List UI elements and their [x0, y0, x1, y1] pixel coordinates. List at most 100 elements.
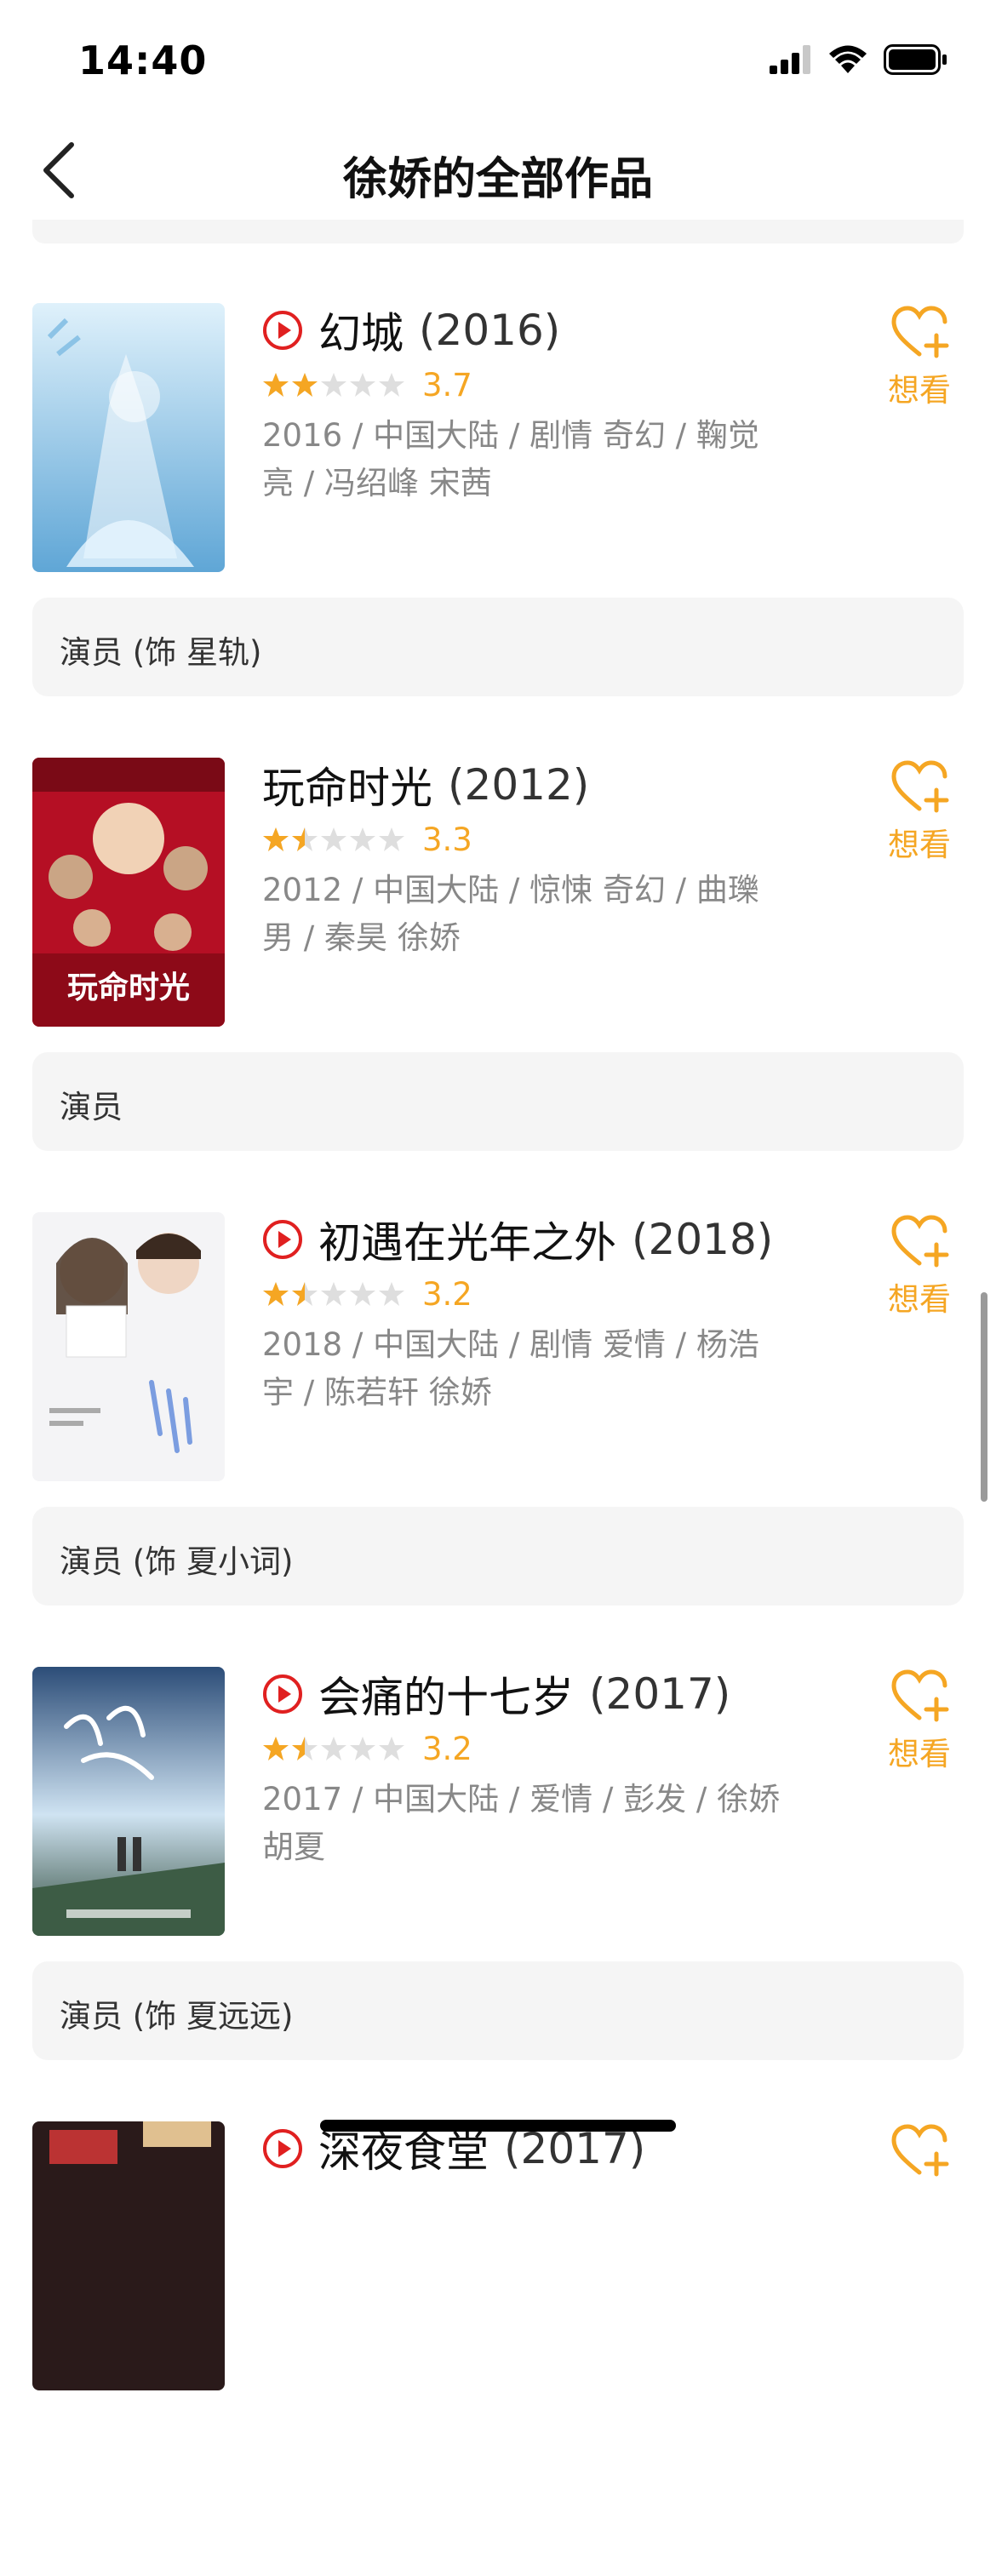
film-title-row[interactable]: 玩命时光 (2012) — [262, 758, 590, 813]
film-year: (2016) — [419, 306, 561, 355]
film-title-row[interactable]: 会痛的十七岁 (2017) — [262, 1667, 731, 1722]
play-circle-icon[interactable] — [262, 1219, 303, 1260]
poster-image — [32, 1667, 225, 1936]
heart-plus-icon — [891, 2124, 949, 2177]
nav-bar: 徐娇的全部作品 — [0, 119, 996, 220]
film-poster[interactable] — [32, 1667, 225, 1936]
star-icon — [292, 373, 318, 397]
role-text: 演员 (饰 夏小词) — [60, 1543, 294, 1580]
role-box: 演员 — [32, 1052, 964, 1151]
scroll-indicator[interactable] — [981, 1292, 987, 1502]
star-icon — [350, 1737, 375, 1760]
film-meta: 2018 / 中国大陆 / 剧情 爱情 / 杨浩宇 / 陈若轩 徐娇 — [262, 1326, 759, 1411]
role-text: 演员 (饰 星轨) — [60, 634, 262, 671]
heart-plus-icon — [891, 1669, 949, 1722]
poster-image — [32, 1212, 225, 1481]
film-year: (2017) — [589, 1669, 731, 1719]
star-icon — [292, 1737, 318, 1760]
role-text: 演员 — [60, 1089, 123, 1125]
rating-stars — [262, 1735, 405, 1762]
want-label: 想看 — [888, 372, 951, 409]
poster-image: 玩命时光 — [32, 758, 225, 1027]
star-icon — [263, 827, 289, 851]
film-title[interactable]: 会痛的十七岁 — [318, 1663, 574, 1725]
rating-score: 3.7 — [422, 366, 472, 404]
film-title-row[interactable]: 幻城 (2016) — [262, 303, 560, 358]
star-icon — [350, 827, 375, 851]
poster-image — [32, 2121, 225, 2390]
play-circle-icon[interactable] — [262, 2128, 303, 2169]
film-year: (2018) — [632, 1215, 774, 1264]
film-poster[interactable] — [32, 2121, 225, 2390]
want-to-watch-button[interactable]: 想看 — [877, 758, 962, 865]
film-poster[interactable] — [32, 303, 225, 572]
play-circle-icon[interactable] — [262, 310, 303, 351]
cellular-signal-icon — [770, 45, 810, 74]
star-icon — [321, 1737, 346, 1760]
rating-score: 3.2 — [422, 1275, 472, 1313]
star-icon — [292, 827, 318, 851]
want-label: 想看 — [888, 827, 951, 863]
status-icons — [770, 44, 948, 75]
star-icon — [379, 1737, 404, 1760]
poster-text: 玩命时光 — [67, 970, 190, 1005]
poster-image — [32, 303, 225, 572]
film-item[interactable]: 深夜食堂 (2017) — [0, 2121, 996, 2576]
film-title-row[interactable]: 初遇在光年之外 (2018) — [262, 1209, 774, 1270]
star-icon — [321, 373, 346, 397]
role-box: 演员 (饰 夏远远) — [32, 1961, 964, 2060]
film-title[interactable]: 玩命时光 — [262, 754, 432, 816]
film-item[interactable]: 会痛的十七岁 (2017) 3.2 2017 / 中国大陆 / 爱情 / 彭发 … — [0, 1667, 996, 2121]
battery-icon — [884, 44, 947, 75]
star-icon — [263, 1282, 289, 1306]
rating-score: 3.2 — [422, 1730, 472, 1767]
wifi-icon — [829, 45, 867, 73]
star-icon — [379, 373, 404, 397]
film-year: (2012) — [448, 760, 590, 810]
want-to-watch-button[interactable] — [877, 2121, 962, 2179]
film-item[interactable]: 初遇在光年之外 (2018) 3.2 2018 / 中国大陆 / 剧情 爱情 /… — [0, 1212, 996, 1667]
star-icon — [350, 373, 375, 397]
rating-score: 3.3 — [422, 821, 472, 858]
rating-stars — [262, 1280, 405, 1308]
film-poster[interactable] — [32, 1212, 225, 1481]
page-title: 徐娇的全部作品 — [342, 154, 653, 205]
heart-plus-icon — [891, 306, 949, 358]
rating-row: 3.7 — [262, 364, 472, 405]
role-box: 演员 (饰 星轨) — [32, 598, 964, 696]
want-label: 想看 — [888, 1736, 951, 1772]
film-title[interactable]: 幻城 — [318, 300, 404, 361]
star-icon — [350, 1282, 375, 1306]
star-icon — [263, 1737, 289, 1760]
rating-row: 3.2 — [262, 1274, 472, 1314]
heart-plus-icon — [891, 1215, 949, 1268]
star-icon — [379, 1282, 404, 1306]
star-icon — [321, 827, 346, 851]
film-meta: 2016 / 中国大陆 / 剧情 奇幻 / 鞠觉亮 / 冯绍峰 宋茜 — [262, 417, 759, 501]
rating-stars — [262, 826, 405, 853]
status-time: 14:40 — [78, 37, 208, 83]
star-icon — [263, 373, 289, 397]
rating-stars — [262, 371, 405, 398]
home-indicator[interactable] — [320, 2120, 676, 2132]
status-bar: 14:40 — [0, 0, 996, 119]
want-label: 想看 — [888, 1281, 951, 1318]
star-icon — [379, 827, 404, 851]
film-meta: 2017 / 中国大陆 / 爱情 / 彭发 / 徐娇 胡夏 — [262, 1781, 781, 1865]
heart-plus-icon — [891, 760, 949, 813]
play-circle-icon[interactable] — [262, 1674, 303, 1714]
role-box: 演员 (饰 夏小词) — [32, 1507, 964, 1606]
star-icon — [292, 1282, 318, 1306]
film-item[interactable]: 玩命时光 玩命时光 (2012) 3.3 2012 / 中国大陆 / 惊悚 奇幻… — [0, 758, 996, 1212]
role-box-previous — [32, 220, 964, 243]
film-item[interactable]: 幻城 (2016) 3.7 2016 / 中国大陆 / 剧情 奇幻 / 鞠觉亮 … — [0, 303, 996, 758]
star-icon — [321, 1282, 346, 1306]
rating-row: 3.3 — [262, 819, 472, 860]
film-title[interactable]: 初遇在光年之外 — [318, 1209, 616, 1270]
film-meta: 2012 / 中国大陆 / 惊悚 奇幻 / 曲瓅男 / 秦昊 徐娇 — [262, 872, 759, 956]
want-to-watch-button[interactable]: 想看 — [877, 1212, 962, 1319]
want-to-watch-button[interactable]: 想看 — [877, 303, 962, 410]
rating-row: 3.2 — [262, 1728, 472, 1769]
film-poster[interactable]: 玩命时光 — [32, 758, 225, 1027]
want-to-watch-button[interactable]: 想看 — [877, 1667, 962, 1774]
